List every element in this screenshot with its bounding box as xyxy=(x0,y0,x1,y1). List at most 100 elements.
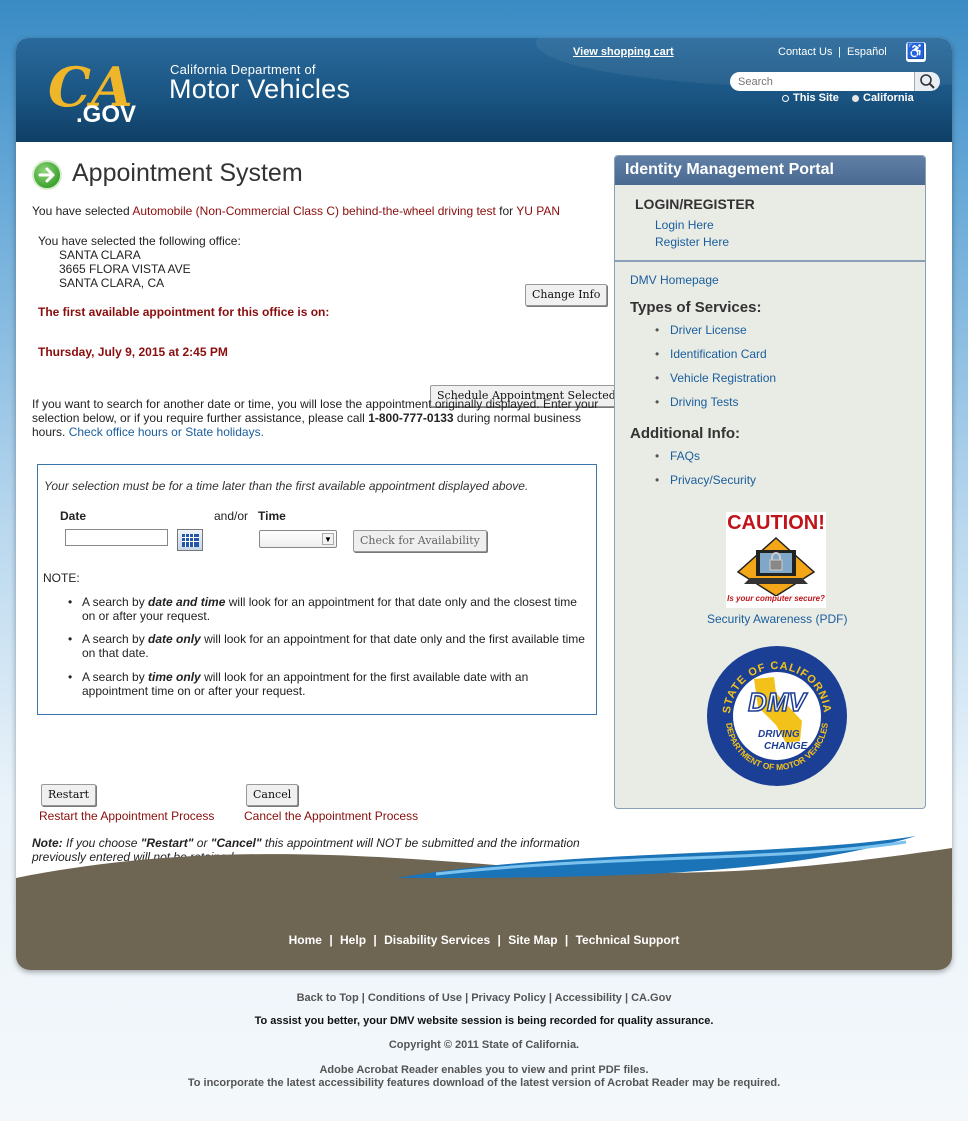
sub-footer-links: Back to Top | Conditions of Use | Privac… xyxy=(0,992,968,1004)
caution-security-badge[interactable]: CAUTION! Is your computer secure? xyxy=(726,512,826,608)
bullet-emphasis: date and time xyxy=(148,595,226,609)
footer-sep: | xyxy=(329,933,333,947)
search-button[interactable] xyxy=(914,72,940,91)
service-link-driver-license[interactable]: Driver License xyxy=(655,323,747,337)
time-select[interactable]: ▼ xyxy=(259,530,337,548)
caution-title: CAUTION! xyxy=(727,512,825,534)
back-to-top-link[interactable]: Back to Top xyxy=(297,992,359,1004)
service-link-vehicle-registration[interactable]: Vehicle Registration xyxy=(655,371,776,385)
note-label: NOTE: xyxy=(43,571,80,585)
privacy-security-link[interactable]: Privacy/Security xyxy=(655,473,756,487)
footer-link-sitemap[interactable]: Site Map xyxy=(506,933,559,947)
seal-dmv-text: DMV xyxy=(748,687,808,717)
bullet-text: A search by xyxy=(82,632,149,646)
selection-summary: You have selected Automobile (Non-Commer… xyxy=(32,204,560,218)
faqs-link[interactable]: FAQs xyxy=(655,449,700,463)
note-bullet: A search by date only will look for an a… xyxy=(68,632,588,660)
service-link-identification-card[interactable]: Identification Card xyxy=(655,347,767,361)
acrobat-note-1: Adobe Acrobat Reader enables you to view… xyxy=(319,1064,649,1076)
andor-label: and/or xyxy=(214,509,249,523)
first-available-label: The first available appointment for this… xyxy=(38,305,330,319)
sidebar-header: Identity Management Portal xyxy=(615,156,925,185)
privacy-policy-link[interactable]: Privacy Policy xyxy=(471,992,546,1004)
login-link[interactable]: Login Here xyxy=(655,218,714,232)
identity-portal-sidebar: Identity Management Portal LOGIN/REGISTE… xyxy=(614,155,926,809)
search-input[interactable] xyxy=(730,72,914,91)
bullet-emphasis: date only xyxy=(148,632,201,646)
selection-instruction: Your selection must be for a time later … xyxy=(44,479,529,493)
check-availability-button[interactable]: Check for Availability xyxy=(353,530,487,552)
date-input[interactable] xyxy=(65,529,168,546)
selection-box: Your selection must be for a time later … xyxy=(37,464,597,715)
date-label: Date xyxy=(60,509,87,523)
sel-for: for xyxy=(495,204,517,218)
seal-tag2: CHANGE... xyxy=(764,741,816,752)
acrobat-note-2: To incorporate the latest accessibility … xyxy=(187,1077,781,1089)
ca-gov-logo[interactable]: CA .GOV xyxy=(46,52,156,132)
site-header: CA .GOV California Department of Motor V… xyxy=(16,38,952,142)
ca-gov-link[interactable]: CA.Gov xyxy=(631,992,671,1004)
laptop-lock-icon xyxy=(736,536,816,596)
selected-service: Automobile (Non-Commercial Class C) behi… xyxy=(132,204,496,218)
radio-california-label: California xyxy=(863,92,914,104)
service-link-driving-tests[interactable]: Driving Tests xyxy=(655,395,739,409)
time-label: Time xyxy=(258,509,286,523)
office-intro: You have selected the following office: xyxy=(38,234,241,248)
footer-sep: | xyxy=(497,933,501,947)
dmv-seal-logo[interactable]: STATE OF CALIFORNIA DEPARTMENT OF MOTOR … xyxy=(706,645,848,787)
restart-button[interactable]: Restart xyxy=(41,784,97,806)
footer-sep: | xyxy=(373,933,377,947)
espanol-link[interactable]: Español xyxy=(847,46,887,58)
calendar-icon xyxy=(182,534,199,547)
radio-california[interactable]: California xyxy=(852,92,914,104)
first-available-date: Thursday, July 9, 2015 at 2:45 PM xyxy=(38,345,228,359)
phone-number: 1-800-777-0133 xyxy=(368,411,454,425)
arrow-right-icon xyxy=(32,160,62,190)
sidebar-divider xyxy=(615,260,925,262)
caution-subtitle: Is your computer secure? xyxy=(727,594,825,603)
office-name: SANTA CLARA xyxy=(59,248,141,262)
footer-link-tech-support[interactable]: Technical Support xyxy=(574,933,682,947)
selected-name: YU PAN xyxy=(516,204,561,218)
dmv-homepage-link[interactable]: DMV Homepage xyxy=(630,273,719,287)
cancel-button[interactable]: Cancel xyxy=(246,784,299,806)
types-of-services-title: Types of Services: xyxy=(630,299,762,316)
login-register-title: LOGIN/REGISTER xyxy=(635,196,755,212)
office-info: You have selected the following office: … xyxy=(38,234,241,290)
bullet-text: A search by xyxy=(82,595,149,609)
security-awareness-link[interactable]: Security Awareness (PDF) xyxy=(707,612,848,626)
radio-this-site[interactable]: This Site xyxy=(782,92,839,104)
footer-nav: Home | Help | Disability Services | Site… xyxy=(16,933,952,947)
dept-line2: Motor Vehicles xyxy=(169,74,351,104)
bullet-emphasis: time only xyxy=(148,670,201,684)
page-shell: CA .GOV California Department of Motor V… xyxy=(16,38,952,970)
footer-link-home[interactable]: Home xyxy=(287,933,324,947)
footer-link-disability[interactable]: Disability Services xyxy=(382,933,492,947)
view-cart-link[interactable]: View shopping cart xyxy=(573,46,674,58)
contact-us-link[interactable]: Contact Us xyxy=(778,46,832,58)
search-info-paragraph: If you want to search for another date o… xyxy=(32,397,606,439)
footer-sep: | xyxy=(564,933,569,947)
bullet-text: A search by xyxy=(82,670,149,684)
utility-links: View shopping cart Contact Us | Español xyxy=(16,46,952,62)
conditions-link[interactable]: Conditions of Use xyxy=(368,992,462,1004)
office-city: SANTA CLARA, CA xyxy=(59,276,165,290)
chevron-down-icon: ▼ xyxy=(322,533,334,545)
register-link[interactable]: Register Here xyxy=(655,235,729,249)
accessibility-link[interactable]: Accessibility xyxy=(555,992,622,1004)
additional-info-title: Additional Info: xyxy=(630,425,740,442)
footer-link-help[interactable]: Help xyxy=(338,933,368,947)
change-info-button[interactable]: Change Info xyxy=(525,284,608,306)
radio-icon xyxy=(782,94,789,102)
footer-wave xyxy=(16,836,952,970)
copyright: Copyright © 2011 State of California. xyxy=(388,1039,580,1051)
sel-prefix: You have selected xyxy=(32,204,133,218)
page-title: Appointment System xyxy=(72,159,303,187)
session-note: To assist you better, your DMV website s… xyxy=(254,1015,714,1027)
radio-icon xyxy=(852,94,859,102)
office-street: 3665 FLORA VISTA AVE xyxy=(59,262,191,276)
accessibility-icon[interactable]: ♿ xyxy=(906,42,926,62)
calendar-button[interactable] xyxy=(177,529,203,551)
office-hours-link[interactable]: Check office hours or State holidays. xyxy=(69,425,264,439)
note-bullet: A search by date and time will look for … xyxy=(68,595,588,623)
